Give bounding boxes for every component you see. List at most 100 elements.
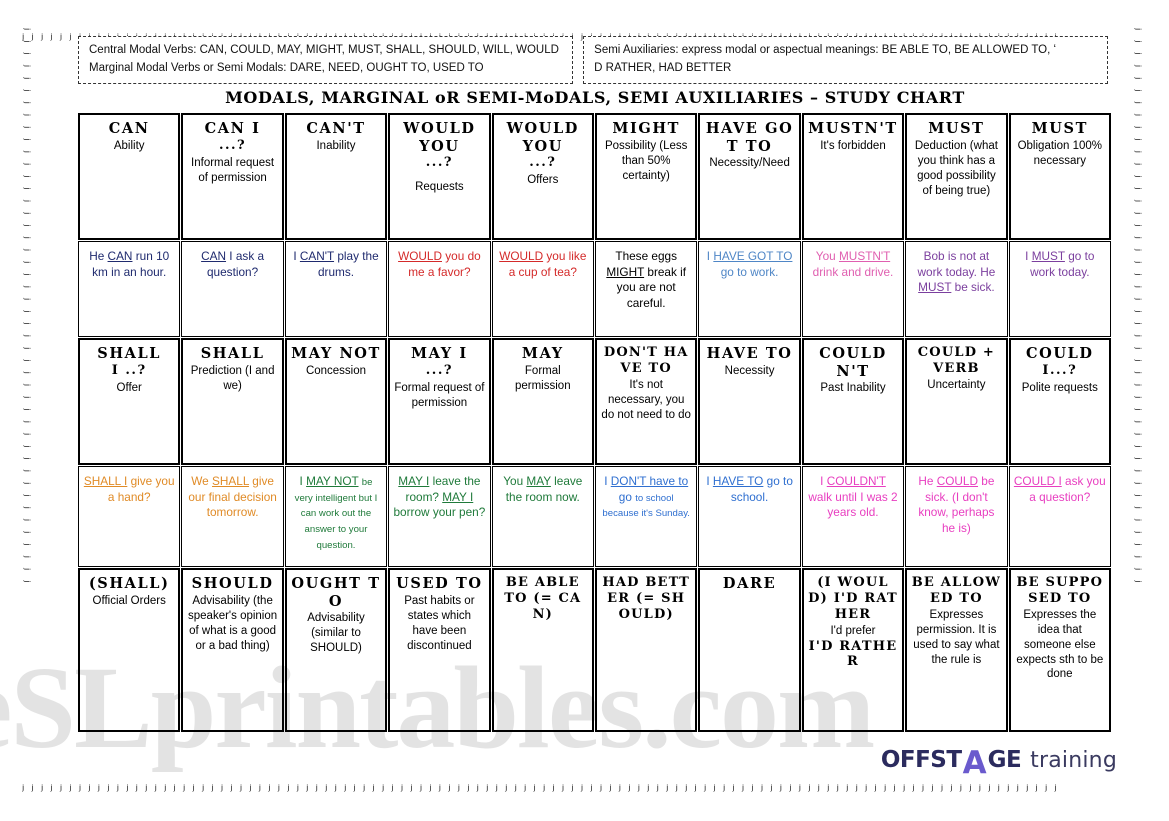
example-sentence-cell: I MAY NOT be very intelligent but I can … [284, 466, 388, 567]
modal-description: Formal permission [514, 364, 571, 392]
modal-headword-continued: I'D RATHER [808, 638, 898, 670]
modal-headword: USED TO [396, 575, 483, 592]
modal-headword: (I WOULD) I'D RATHER [808, 575, 898, 622]
border-strip-left: ⱼⱼⱼⱼⱼⱼⱼⱼⱼⱼⱼⱼⱼⱼⱼⱼⱼⱼⱼⱼⱼⱼⱼⱼⱼⱼⱼⱼⱼⱼⱼⱼⱼⱼⱼⱼⱼⱼⱼⱼ… [22, 28, 36, 593]
modal-headword: OUGHT TO [291, 575, 381, 610]
modal-headword: SHOULD [191, 575, 274, 592]
modal-header-cell: USED TO Past habits or states which have … [388, 568, 491, 732]
example-sentence: You MUSTN'T drink and drive. [812, 249, 894, 279]
example-sentence: I MAY NOT be very intelligent but I can … [294, 474, 378, 551]
example-sentence: COULD I ask you a question? [1013, 474, 1106, 504]
modal-description: Possibility (Less than 50% certainty) [604, 139, 688, 182]
semi-auxiliaries-box: Semi Auxiliaries: express modal or aspec… [583, 36, 1108, 84]
example-sentence: I CAN'T play the drums. [293, 249, 379, 279]
example-sentence: WOULD you do me a favor? [398, 249, 481, 279]
modal-headword: MUST [928, 120, 985, 137]
example-sentence: CAN I ask a question? [201, 249, 265, 279]
example-sentence-cell: I HAVE GOT TO go to work. [698, 241, 801, 337]
example-sentence-cell: These eggs MIGHT break if you are not ca… [595, 241, 698, 337]
modal-headword: SHALL [97, 345, 162, 362]
info-boxes: Central Modal Verbs: CAN, COULD, MAY, MI… [78, 36, 1108, 84]
modal-description: Expresses the idea that someone else exp… [1016, 608, 1104, 681]
example-sentence-cell: I DON'T have to go to school because it'… [595, 466, 698, 567]
modal-header-cell: BE ALLOWED TO Expresses permission. It is… [905, 568, 1008, 732]
modal-headword: MUST [1031, 120, 1088, 137]
modal-header-cell: MAY I...? Formal request of permission [388, 338, 491, 465]
modal-description: Informal request of permission [191, 156, 275, 184]
modal-header-cell: SHALL Prediction (I and we) [181, 338, 284, 465]
modal-header-cell: COULD + VERB Uncertainty [905, 338, 1008, 465]
modal-description: Official Orders [92, 594, 166, 607]
logo-part-st: ST [930, 747, 962, 773]
modal-question-marker: ...? [425, 362, 453, 378]
example-sentence-cell: WOULD you like a cup of tea? [491, 241, 594, 337]
logo-part-ge: GE [987, 747, 1022, 773]
modal-header-cell: DON'T HAVE TO It's not necessary, you do … [595, 338, 698, 465]
modal-description: Formal request of permission [394, 381, 485, 409]
modal-description: Polite requests [1021, 381, 1098, 394]
modal-description: Necessity [724, 364, 775, 377]
modal-header-cell: (I WOULD) I'D RATHER I'd prefer I'D RATHER [801, 568, 905, 732]
page-title: MODALS, MARGINAL oR SEMI-MoDALS, SEMI AU… [225, 88, 965, 107]
example-sentence: I HAVE TO go to school. [706, 474, 793, 504]
modal-headword: MAY I [411, 345, 468, 362]
modal-headword: MAY NOT [291, 345, 381, 362]
modal-header-cell: COULDN'T Past Inability [801, 338, 905, 465]
modal-question-marker: I...? [1042, 362, 1078, 378]
modal-headword: HAVE GOT TO [705, 120, 794, 155]
modal-headword: COULDN'T [819, 345, 887, 380]
modal-description: Past habits or states which have been di… [404, 594, 475, 652]
modal-header-cell: MAY NOT Concession [284, 338, 388, 465]
modal-description: Ability [113, 139, 145, 152]
modal-header-cell: BE SUPPOSED TO Expresses the idea that so… [1008, 568, 1111, 732]
example-sentence: I DON'T have to go to school because it'… [602, 474, 690, 520]
modal-description: Inability [316, 139, 356, 152]
modal-description: Advisability (the speaker's opinion of w… [188, 594, 278, 652]
example-sentence-cell: COULD I ask you a question? [1008, 466, 1111, 567]
modal-headword: DARE [722, 575, 777, 592]
modal-header-cell: WOULD YOU...? Requests [388, 113, 491, 240]
offstage-training-logo: OFF ST A GE training [881, 742, 1117, 781]
modal-headword: BE ABLE TO (= CAN) [504, 575, 582, 622]
modal-header-cell: HAD BETTER (= SHOULD) [595, 568, 698, 732]
example-sentence-cell: Bob is not at work today. He MUST be sic… [905, 241, 1008, 337]
modal-headword: HAD BETTER (= SHOULD) [602, 575, 690, 622]
example-sentence-cell: He COULD be sick. (I don't know, perhaps… [905, 466, 1008, 567]
modal-header-cell: CAN Ability [78, 113, 181, 240]
example-sentence: These eggs MIGHT break if you are not ca… [606, 249, 687, 310]
modal-header-cell: SHALL I ..? Offer [78, 338, 181, 465]
modal-description: Obligation 100% necessary [1017, 139, 1102, 167]
modal-headword: DON'T HAVE TO [603, 345, 689, 376]
modal-description: Expresses permission. It is used to say … [913, 608, 1000, 666]
example-sentence-cell: I HAVE TO go to school. [698, 466, 801, 567]
example-sentence-cell: I MUST go to work today. [1008, 241, 1111, 337]
example-sentence-cell: You MUSTN'T drink and drive. [801, 241, 905, 337]
example-sentence-cell: You MAY leave the room now. [491, 466, 594, 567]
modal-description: Offer [116, 381, 142, 394]
semi-auxiliaries-line-1: Semi Auxiliaries: express modal or aspec… [594, 44, 1057, 56]
example-sentence: I HAVE GOT TO go to work. [706, 249, 793, 279]
example-sentence-cell: I COULDN'T walk until I was 2 years old. [801, 466, 905, 567]
modal-question-marker: I ..? [111, 362, 147, 378]
example-sentence: I MUST go to work today. [1025, 249, 1095, 279]
modal-header-cell: OUGHT TO Advisability (similar to SHOULD) [284, 568, 388, 732]
modal-headword: BE SUPPOSED TO [1016, 575, 1104, 606]
modal-description: Necessity/Need [709, 157, 790, 170]
modal-description: Requests [415, 181, 464, 194]
example-sentence-cell: He CAN run 10 km in an hour. [78, 241, 181, 337]
modal-header-cell: MIGHT Possibility (Less than 50% certaint… [595, 113, 698, 240]
modal-header-cell: MUSTN'T It's forbidden [801, 113, 905, 240]
example-sentence: He CAN run 10 km in an hour. [89, 249, 170, 279]
modal-description: Deduction (what you think has a good pos… [914, 139, 998, 197]
modal-description: Past Inability [820, 382, 886, 395]
example-sentence-cell: I CAN'T play the drums. [284, 241, 388, 337]
modal-description: Prediction (I and we) [190, 364, 275, 392]
modal-header-cell: WOULD YOU...? Offers [491, 113, 594, 240]
marginal-modal-verbs-line: Marginal Modal Verbs or Semi Modals: DAR… [89, 61, 484, 74]
modal-question-marker: ...? [425, 155, 453, 171]
example-sentence-cell: WOULD you do me a favor? [388, 241, 491, 337]
example-sentence: I COULDN'T walk until I was 2 years old. [808, 474, 898, 520]
example-sentence: You MAY leave the room now. [503, 474, 583, 504]
example-sentence: WOULD you like a cup of tea? [499, 249, 587, 279]
modal-header-cell: MUST Deduction (what you think has a good… [905, 113, 1008, 240]
